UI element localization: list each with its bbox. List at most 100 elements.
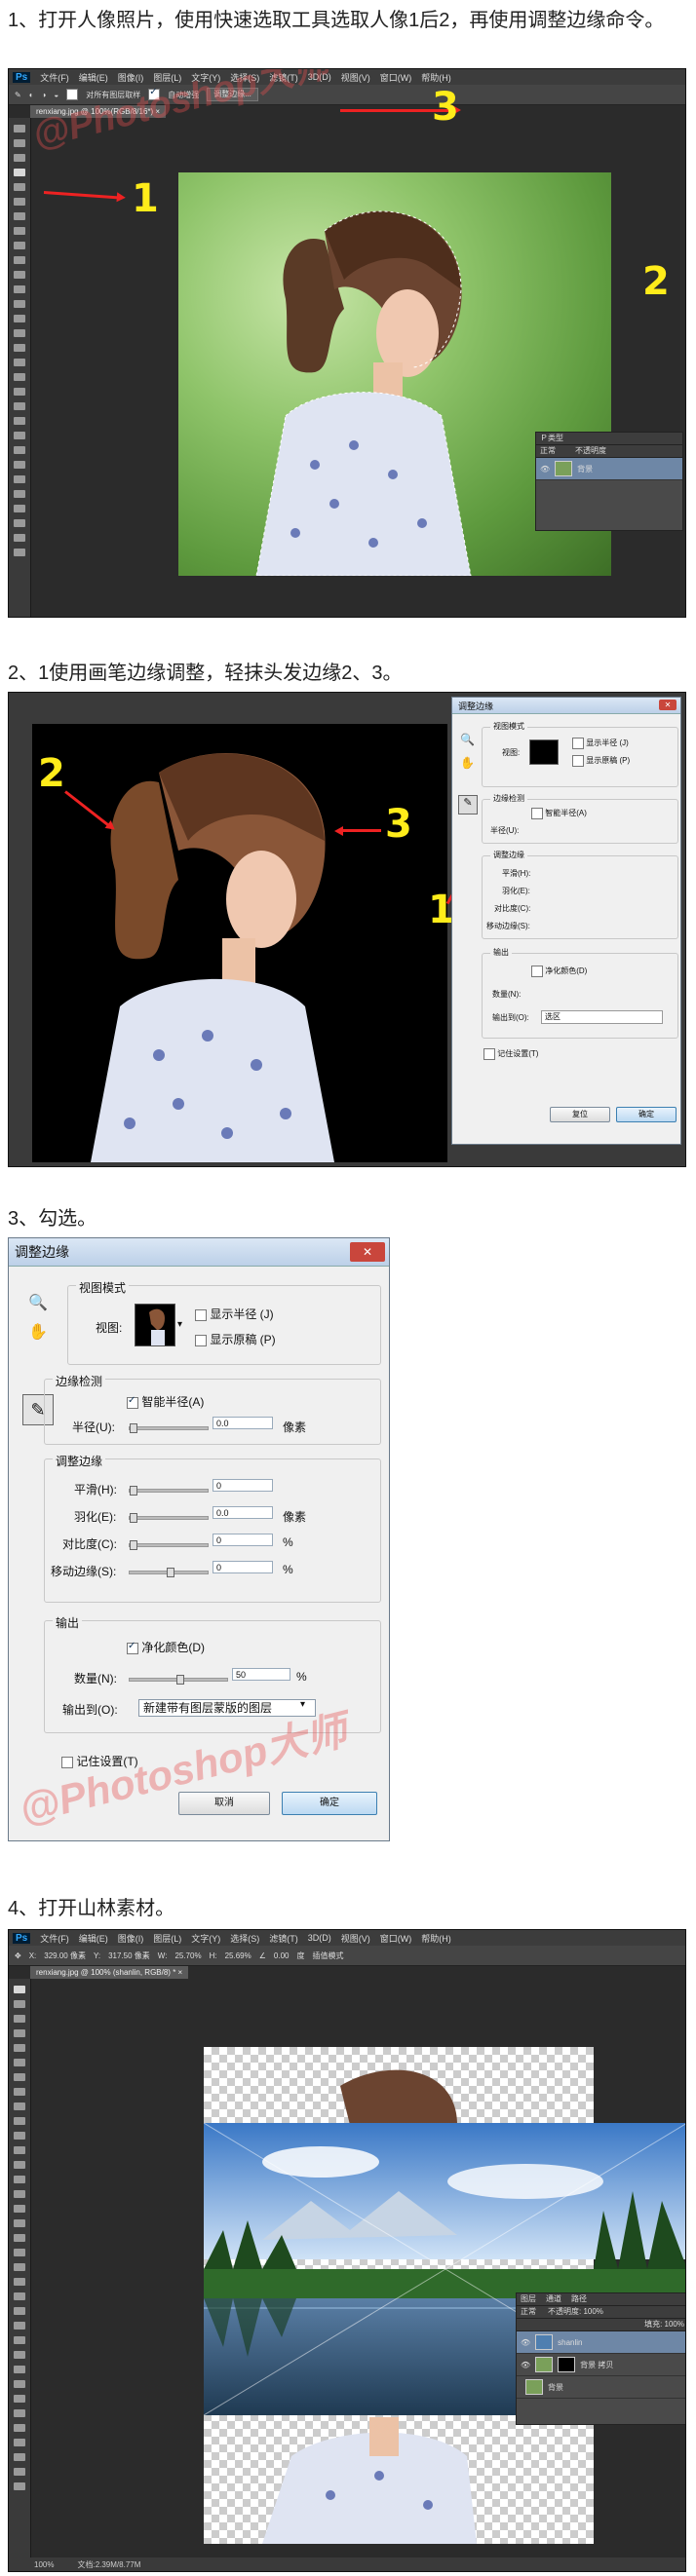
tool-icon[interactable] (14, 432, 25, 439)
menu-item[interactable]: 视图(V) (341, 71, 370, 84)
tab-layers[interactable]: 图层 (521, 2293, 536, 2305)
tool-icon[interactable] (14, 2088, 25, 2096)
eye-icon[interactable]: 👁 (521, 2338, 530, 2347)
menu-item[interactable]: 滤镜(T) (269, 1932, 298, 1945)
menu-item[interactable]: 文字(Y) (191, 1932, 220, 1945)
menu-item[interactable]: 帮助(H) (421, 71, 451, 84)
tool-icon[interactable] (14, 271, 25, 279)
smooth-value[interactable]: 0 (213, 1479, 273, 1492)
interp-label[interactable]: 插值模式 (312, 1951, 343, 1961)
dropdown-arrow-icon[interactable]: ▾ (177, 1319, 182, 1330)
tool-icon[interactable] (14, 2249, 25, 2256)
tool-icon[interactable] (14, 125, 25, 133)
tool-icon[interactable] (14, 446, 25, 454)
tool-icon[interactable] (14, 373, 25, 381)
feather-value[interactable]: 0.0 (213, 1506, 273, 1519)
tool-icon[interactable] (14, 2205, 25, 2213)
angle-value[interactable]: 0.00 (274, 1951, 290, 1960)
tool-icon[interactable] (14, 2482, 25, 2490)
contrast-slider[interactable] (129, 1540, 209, 1550)
menu-item[interactable]: 图层(L) (153, 1932, 181, 1945)
ok-button[interactable]: 确定 (616, 1107, 677, 1122)
tool-icon[interactable] (14, 2409, 25, 2417)
tool-icon[interactable] (14, 475, 25, 483)
shift-value[interactable]: 0 (213, 1561, 273, 1573)
tool-icon[interactable] (14, 329, 25, 337)
tool-icon[interactable] (14, 198, 25, 206)
ok-button[interactable]: 确定 (282, 1792, 377, 1815)
tool-icon[interactable] (14, 256, 25, 264)
tool-icon[interactable] (14, 2117, 25, 2125)
tool-icon[interactable] (14, 2278, 25, 2286)
menu-item[interactable]: 窗口(W) (380, 71, 412, 84)
menu-item[interactable]: 文件(F) (40, 1932, 69, 1945)
tool-icon[interactable] (14, 2322, 25, 2330)
decontaminate[interactable]: 净化颜色(D) (531, 966, 587, 977)
tool-icon[interactable] (14, 461, 25, 469)
output-to-select[interactable]: 选区 (541, 1010, 663, 1024)
tool-icon[interactable] (14, 2292, 25, 2300)
tool-icon[interactable] (14, 2453, 25, 2461)
menu-item[interactable]: 选择(S) (230, 1932, 259, 1945)
fill-label[interactable]: 填充: 100% (644, 2320, 684, 2329)
shift-slider[interactable] (129, 1568, 209, 1577)
zoom-level[interactable]: 100% (34, 2560, 54, 2569)
view-thumbnail[interactable] (529, 739, 559, 765)
radius-slider[interactable] (129, 1423, 209, 1433)
layer-row[interactable]: 👁 背景 (536, 458, 682, 480)
tool-icon[interactable] (14, 183, 25, 191)
menu-item[interactable]: 图像(I) (118, 1932, 144, 1945)
amount-value[interactable]: 50 (232, 1668, 290, 1681)
menu-item[interactable]: 窗口(W) (380, 1932, 412, 1945)
tool-icon[interactable] (14, 2424, 25, 2432)
tool-icon[interactable] (14, 549, 25, 556)
tool-icon[interactable] (14, 2161, 25, 2169)
tool-icon[interactable] (14, 2176, 25, 2183)
tool-icon[interactable] (14, 2044, 25, 2052)
tool-icon[interactable] (14, 417, 25, 425)
tool-icon[interactable] (14, 2263, 25, 2271)
tool-icon[interactable] (14, 2366, 25, 2373)
tool-icon[interactable] (14, 154, 25, 162)
refine-brush-icon[interactable]: ✎ (458, 795, 478, 814)
smart-radius[interactable]: 智能半径(A) (127, 1393, 204, 1410)
tool-icon[interactable] (14, 2351, 25, 2359)
brush-icon[interactable]: ✎ (15, 91, 21, 99)
tool-icon[interactable] (14, 2073, 25, 2081)
menu-item[interactable]: 编辑(E) (79, 1932, 108, 1945)
tool-icon[interactable] (14, 2190, 25, 2198)
tool-icon[interactable] (14, 2146, 25, 2154)
h-value[interactable]: 25.69% (225, 1951, 251, 1960)
menu-item[interactable]: 文件(F) (40, 71, 69, 84)
menu-item[interactable]: 3D(D) (308, 1933, 331, 1943)
opacity-label[interactable]: 不透明度 (575, 445, 606, 457)
eye-icon[interactable]: 👁 (521, 2361, 530, 2369)
tool-icon[interactable] (14, 169, 25, 176)
cancel-button[interactable]: 取消 (178, 1792, 270, 1815)
tool-icon[interactable] (14, 2380, 25, 2388)
layer-row-copy[interactable]: 👁 背景 拷贝 (517, 2354, 685, 2376)
tool-icon[interactable] (14, 2102, 25, 2110)
menu-item[interactable]: 帮助(H) (421, 1932, 451, 1945)
tool-icon[interactable] (14, 505, 25, 512)
x-value[interactable]: 329.00 像素 (44, 1951, 86, 1961)
tool-icon[interactable] (14, 300, 25, 308)
tool-icon[interactable] (14, 2219, 25, 2227)
tool-icon[interactable] (14, 315, 25, 322)
tool-icon[interactable] (14, 402, 25, 410)
smooth-slider[interactable] (129, 1486, 209, 1496)
tool-icon[interactable] (14, 2307, 25, 2315)
tool-icon[interactable] (14, 2336, 25, 2344)
remember-settings[interactable]: 记住设置(T) (483, 1048, 538, 1060)
tool-icon[interactable] (14, 2059, 25, 2066)
show-radius[interactable]: 显示半径 (J) (195, 1306, 274, 1322)
quick-select-icon[interactable]: ◐ (29, 91, 34, 99)
tool-icon[interactable] (14, 2395, 25, 2403)
show-original[interactable]: 显示原稿 (P) (195, 1331, 276, 1347)
zoom-icon[interactable]: 🔍 (460, 733, 475, 746)
blend-mode[interactable]: 正常 (521, 2306, 536, 2318)
tool-icon[interactable] (14, 242, 25, 249)
tool-icon[interactable] (14, 2234, 25, 2242)
tool-icon[interactable] (14, 519, 25, 527)
tool-icon[interactable] (14, 490, 25, 498)
